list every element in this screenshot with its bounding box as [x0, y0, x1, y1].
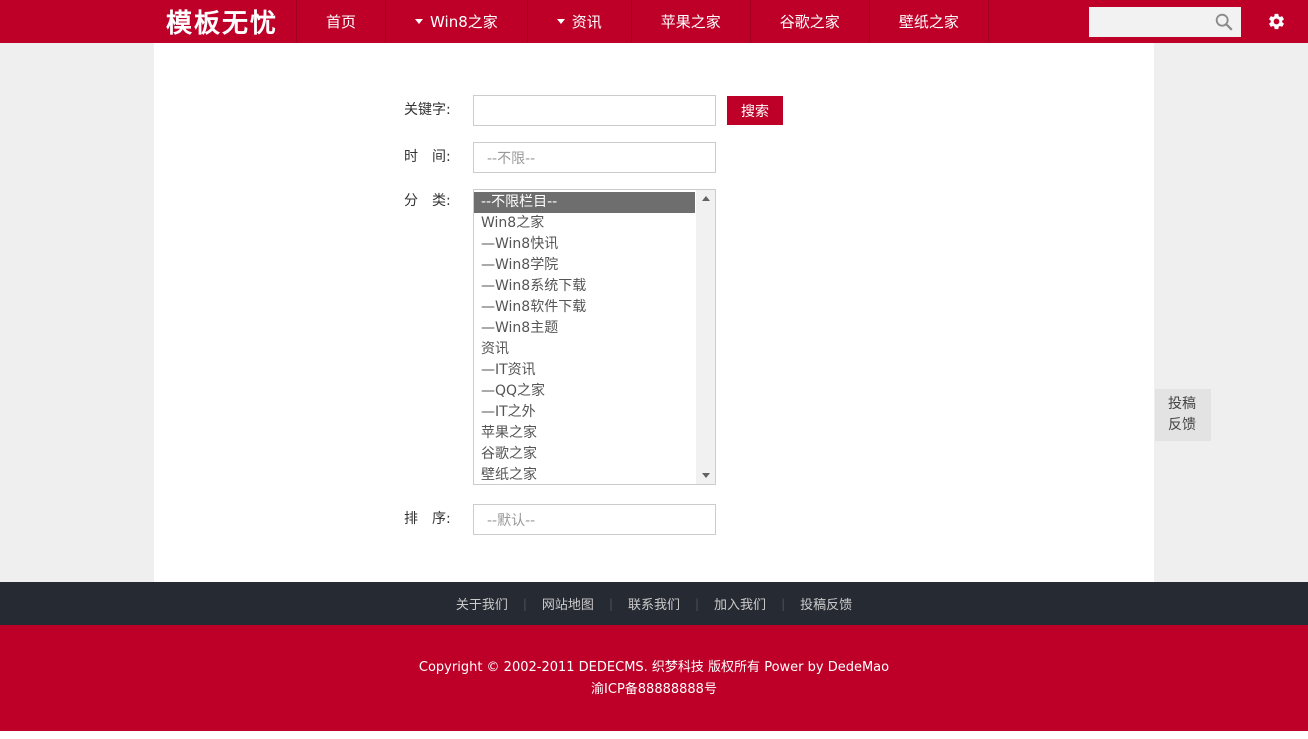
nav-item-label: Win8之家 — [430, 11, 498, 32]
scroll-up-button[interactable] — [696, 190, 715, 207]
nav-item-label: 壁纸之家 — [899, 11, 959, 32]
search-form-panel: 关键字: 搜索 时 间: --不限-- 分 类: --不限栏目-- Win8之家… — [154, 43, 1154, 582]
main-nav: 首页 Win8之家 资讯 苹果之家 谷歌之家 壁纸之家 — [296, 0, 989, 43]
time-select[interactable]: --不限-- — [473, 142, 716, 173]
feedback-link[interactable]: 反馈 — [1168, 415, 1211, 436]
scroll-down-button[interactable] — [696, 467, 715, 484]
footer-separator: | — [609, 597, 613, 611]
sort-label: 排 序: — [404, 504, 461, 535]
nav-item-win8[interactable]: Win8之家 — [385, 0, 527, 43]
site-logo[interactable]: 模板无忧 — [166, 3, 278, 40]
page: 模板无忧 首页 Win8之家 资讯 苹果之家 谷歌之家 壁纸之家 — [0, 0, 1308, 739]
copyright-line-1: Copyright © 2002-2011 DEDECMS. 织梦科技 版权所有… — [0, 657, 1308, 679]
category-option[interactable]: 谷歌之家 — [474, 444, 695, 465]
footer-link-contact[interactable]: 联系我们 — [628, 594, 680, 613]
footer-separator: | — [695, 597, 699, 611]
footer-link-about[interactable]: 关于我们 — [456, 594, 508, 613]
category-option[interactable]: —QQ之家 — [474, 381, 695, 402]
gear-icon[interactable] — [1267, 12, 1286, 31]
category-label: 分 类: — [404, 189, 461, 212]
submit-article-link[interactable]: 投稿 — [1168, 394, 1211, 415]
listbox-scrollbar[interactable] — [696, 190, 715, 484]
sort-row: 排 序: --默认-- — [404, 504, 1154, 535]
sort-select-value: --默认-- — [487, 510, 535, 530]
search-button[interactable]: 搜索 — [727, 96, 783, 125]
sort-select[interactable]: --默认-- — [473, 504, 716, 535]
copyright-line-2: 渝ICP备88888888号 — [0, 679, 1308, 701]
nav-item-home[interactable]: 首页 — [296, 0, 385, 43]
category-option[interactable]: 苹果之家 — [474, 423, 695, 444]
keyword-row: 关键字: 搜索 — [404, 95, 1154, 126]
main-area: 关键字: 搜索 时 间: --不限-- 分 类: --不限栏目-- Win8之家… — [0, 43, 1308, 582]
nav-item-wallpaper[interactable]: 壁纸之家 — [869, 0, 989, 43]
nav-item-apple[interactable]: 苹果之家 — [631, 0, 750, 43]
category-option[interactable]: 资讯 — [474, 339, 695, 360]
footer-nav: 关于我们 | 网站地图 | 联系我们 | 加入我们 | 投稿反馈 — [0, 582, 1308, 625]
category-row: 分 类: --不限栏目-- Win8之家 —Win8快讯 —Win8学院 —Wi… — [404, 189, 1154, 485]
chevron-down-icon — [557, 19, 565, 24]
nav-item-label: 资讯 — [572, 11, 602, 32]
category-option[interactable]: —Win8快讯 — [474, 234, 695, 255]
footer-separator: | — [523, 597, 527, 611]
header-search-box — [1089, 7, 1241, 37]
category-option[interactable]: 壁纸之家 — [474, 465, 695, 485]
footer-link-sitemap[interactable]: 网站地图 — [542, 594, 594, 613]
chevron-down-icon — [415, 19, 423, 24]
side-widget: 投稿 反馈 — [1155, 389, 1211, 441]
nav-item-google[interactable]: 谷歌之家 — [750, 0, 869, 43]
category-option[interactable]: —IT资讯 — [474, 360, 695, 381]
copyright-footer: Copyright © 2002-2011 DEDECMS. 织梦科技 版权所有… — [0, 625, 1308, 731]
nav-item-label: 首页 — [326, 11, 356, 32]
triangle-up-icon — [702, 196, 710, 201]
time-row: 时 间: --不限-- — [404, 142, 1154, 173]
category-option[interactable]: —Win8软件下载 — [474, 297, 695, 318]
footer-link-feedback[interactable]: 投稿反馈 — [800, 594, 852, 613]
category-option[interactable]: —Win8主题 — [474, 318, 695, 339]
category-listbox[interactable]: --不限栏目-- Win8之家 —Win8快讯 —Win8学院 —Win8系统下… — [473, 189, 716, 485]
footer-link-join[interactable]: 加入我们 — [714, 594, 766, 613]
keyword-label: 关键字: — [404, 95, 461, 126]
footer-separator: | — [781, 597, 785, 611]
magnifier-icon[interactable] — [1213, 11, 1235, 33]
category-option[interactable]: —Win8学院 — [474, 255, 695, 276]
time-select-value: --不限-- — [487, 148, 535, 168]
category-option[interactable]: —Win8系统下载 — [474, 276, 695, 297]
time-label: 时 间: — [404, 142, 461, 173]
header-right — [1089, 0, 1308, 43]
category-option[interactable]: Win8之家 — [474, 213, 695, 234]
keyword-input[interactable] — [473, 95, 716, 126]
nav-item-label: 苹果之家 — [661, 11, 721, 32]
category-option[interactable]: --不限栏目-- — [474, 192, 695, 213]
nav-item-label: 谷歌之家 — [780, 11, 840, 32]
triangle-down-icon — [702, 473, 710, 478]
nav-item-news[interactable]: 资讯 — [527, 0, 631, 43]
category-option[interactable]: —IT之外 — [474, 402, 695, 423]
top-navbar: 模板无忧 首页 Win8之家 资讯 苹果之家 谷歌之家 壁纸之家 — [0, 0, 1308, 43]
